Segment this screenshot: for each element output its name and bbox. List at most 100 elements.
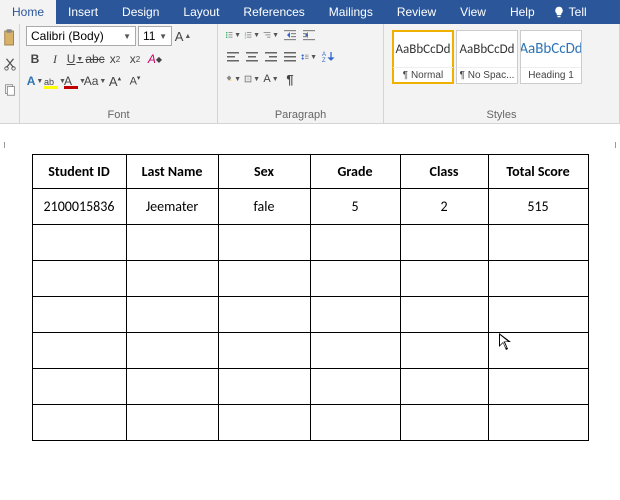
- sort-button[interactable]: AZ: [319, 48, 337, 66]
- style-normal[interactable]: AaBbCcDd ¶ Normal: [392, 30, 454, 84]
- table-cell[interactable]: [488, 405, 588, 441]
- asian-layout-button[interactable]: A▼: [262, 70, 280, 88]
- grow-font-a-button[interactable]: A▴: [106, 72, 124, 90]
- borders-button[interactable]: ▼: [243, 70, 261, 88]
- tab-layout[interactable]: Layout: [171, 0, 231, 24]
- paste-icon[interactable]: [3, 28, 17, 48]
- show-marks-button[interactable]: ¶: [281, 70, 299, 88]
- table-cell[interactable]: [400, 261, 488, 297]
- table-header[interactable]: Sex: [218, 155, 310, 189]
- strikethrough-button[interactable]: abc: [86, 50, 104, 68]
- font-color-button[interactable]: A▼: [66, 72, 84, 90]
- table-cell[interactable]: [310, 261, 400, 297]
- table-cell[interactable]: [218, 297, 310, 333]
- table-row[interactable]: [32, 405, 588, 441]
- cut-icon[interactable]: [3, 54, 17, 74]
- table-cell[interactable]: [400, 405, 488, 441]
- table-cell[interactable]: [218, 225, 310, 261]
- superscript-button[interactable]: x2: [126, 50, 144, 68]
- table-cell[interactable]: [218, 333, 310, 369]
- grow-font-button[interactable]: A▲: [174, 27, 192, 45]
- table-cell[interactable]: [32, 225, 126, 261]
- table-cell[interactable]: [400, 297, 488, 333]
- tab-references[interactable]: References: [231, 0, 316, 24]
- tab-review[interactable]: Review: [385, 0, 448, 24]
- table-cell[interactable]: [310, 297, 400, 333]
- tab-home[interactable]: Home: [0, 0, 56, 24]
- bullets-button[interactable]: ▼: [224, 26, 242, 44]
- table-row[interactable]: [32, 225, 588, 261]
- table-header[interactable]: Grade: [310, 155, 400, 189]
- table-cell[interactable]: [126, 297, 218, 333]
- table-cell[interactable]: [32, 405, 126, 441]
- table-cell[interactable]: [126, 405, 218, 441]
- tab-insert[interactable]: Insert: [56, 0, 110, 24]
- multilevel-list-button[interactable]: ▼: [262, 26, 280, 44]
- table-cell[interactable]: [126, 369, 218, 405]
- table-cell[interactable]: Jeemater: [126, 189, 218, 225]
- document-area[interactable]: Student IDLast NameSexGradeClassTotal Sc…: [0, 124, 620, 451]
- table-cell[interactable]: [488, 261, 588, 297]
- numbering-button[interactable]: 123▼: [243, 26, 261, 44]
- tab-help[interactable]: Help: [498, 0, 547, 24]
- tab-design[interactable]: Design: [110, 0, 171, 24]
- shrink-font-a-button[interactable]: A▾: [126, 72, 144, 90]
- table-cell[interactable]: 2100015836: [32, 189, 126, 225]
- font-name-combo[interactable]: Calibri (Body)▼: [26, 26, 136, 46]
- align-left-button[interactable]: [224, 48, 242, 66]
- tab-view[interactable]: View: [448, 0, 498, 24]
- table-header[interactable]: Class: [400, 155, 488, 189]
- table-cell[interactable]: [310, 369, 400, 405]
- style-no-spacing[interactable]: AaBbCcDd ¶ No Spac...: [456, 30, 518, 84]
- shading-button[interactable]: ▼: [224, 70, 242, 88]
- table-cell[interactable]: [488, 369, 588, 405]
- align-center-button[interactable]: [243, 48, 261, 66]
- font-size-combo[interactable]: 11▼: [138, 26, 172, 46]
- tell-me[interactable]: Tell: [547, 0, 593, 24]
- table-cell[interactable]: [218, 369, 310, 405]
- italic-button[interactable]: I: [46, 50, 64, 68]
- table-header[interactable]: Last Name: [126, 155, 218, 189]
- table-row[interactable]: [32, 297, 588, 333]
- table-row[interactable]: [32, 333, 588, 369]
- table-cell[interactable]: 515: [488, 189, 588, 225]
- table-cell[interactable]: [32, 297, 126, 333]
- table-cell[interactable]: [218, 261, 310, 297]
- table-cell[interactable]: [126, 225, 218, 261]
- table-cell[interactable]: [32, 333, 126, 369]
- table-cell[interactable]: [310, 405, 400, 441]
- table-cell[interactable]: [400, 225, 488, 261]
- table-row[interactable]: [32, 369, 588, 405]
- table-cell[interactable]: [488, 297, 588, 333]
- copy-icon[interactable]: [3, 80, 17, 100]
- table-cell[interactable]: fale: [218, 189, 310, 225]
- bold-button[interactable]: B: [26, 50, 44, 68]
- table-header[interactable]: Total Score: [488, 155, 588, 189]
- table-cell[interactable]: [310, 225, 400, 261]
- table-cell[interactable]: [126, 261, 218, 297]
- table-cell[interactable]: [400, 333, 488, 369]
- table-cell[interactable]: [310, 333, 400, 369]
- table-cell[interactable]: [488, 225, 588, 261]
- underline-button[interactable]: U▼: [66, 50, 84, 68]
- table-cell[interactable]: [32, 369, 126, 405]
- line-spacing-button[interactable]: ▼: [300, 48, 318, 66]
- align-right-button[interactable]: [262, 48, 280, 66]
- change-case-button[interactable]: Aa▼: [86, 72, 104, 90]
- style-heading1[interactable]: AaBbCcDd Heading 1: [520, 30, 582, 84]
- table-cell[interactable]: [488, 333, 588, 369]
- student-table[interactable]: Student IDLast NameSexGradeClassTotal Sc…: [32, 154, 589, 441]
- table-cell[interactable]: 5: [310, 189, 400, 225]
- clear-format-button[interactable]: A◆: [146, 50, 164, 68]
- text-effects-button[interactable]: A▼: [26, 72, 44, 90]
- table-cell[interactable]: [400, 369, 488, 405]
- decrease-indent-button[interactable]: [281, 26, 299, 44]
- table-cell[interactable]: 2: [400, 189, 488, 225]
- table-cell[interactable]: [218, 405, 310, 441]
- subscript-button[interactable]: x2: [106, 50, 124, 68]
- table-row[interactable]: [32, 261, 588, 297]
- table-cell[interactable]: [32, 261, 126, 297]
- justify-button[interactable]: [281, 48, 299, 66]
- highlight-button[interactable]: ab▼: [46, 72, 64, 90]
- tab-mailings[interactable]: Mailings: [317, 0, 385, 24]
